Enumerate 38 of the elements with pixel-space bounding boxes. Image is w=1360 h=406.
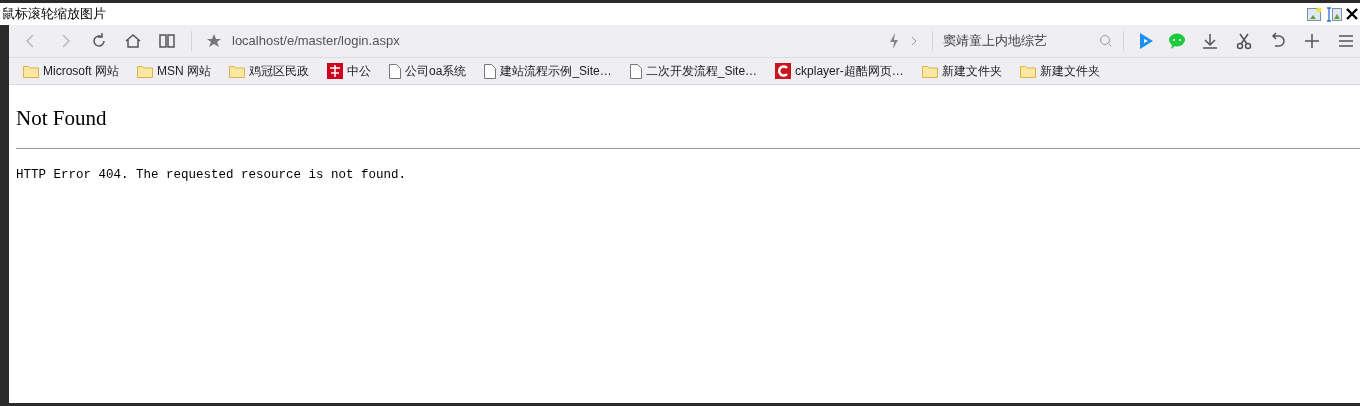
search-field[interactable]: 窦靖童上内地综艺 [943, 31, 1113, 51]
bookmark-item[interactable]: ckplayer-超酷网页… [775, 62, 904, 80]
bookmark-item[interactable]: 新建文件夹 [921, 62, 1002, 80]
error-message: HTTP Error 404. The requested resource is not found. [16, 167, 408, 184]
book-icon[interactable] [157, 31, 177, 51]
plus-icon[interactable] [1302, 31, 1322, 51]
page-icon [484, 63, 497, 79]
folder-icon [229, 64, 245, 78]
address-field[interactable]: localhost/e/master/login.aspx [232, 31, 874, 51]
page-icon [389, 63, 401, 79]
page-icon [629, 63, 642, 79]
bookmark-item[interactable]: 二次开发流程_Site… [629, 62, 758, 80]
play-icon[interactable] [1138, 32, 1154, 50]
bookmark-item[interactable]: 新建文件夹 [1019, 62, 1100, 80]
star-icon[interactable] [206, 33, 222, 49]
home-icon[interactable] [123, 31, 143, 51]
bookmark-item[interactable]: 建站流程示例_Site… [484, 62, 612, 80]
folder-icon [921, 64, 938, 78]
bookmark-item[interactable]: MSN 网站 [137, 62, 211, 80]
bookmark-item[interactable]: 鸡冠区民政 [229, 62, 309, 80]
c-logo-icon [775, 63, 792, 79]
lightning-icon[interactable] [888, 33, 900, 49]
picture-window-icon[interactable] [1307, 6, 1322, 22]
download-icon[interactable] [1200, 31, 1220, 51]
folder-icon [1019, 64, 1036, 78]
chevron-right-icon[interactable] [910, 35, 918, 47]
folder-icon [23, 64, 39, 78]
scissors-icon[interactable] [1234, 31, 1254, 51]
page-heading: Not Found [16, 105, 108, 131]
bookmark-item[interactable]: 中公 [327, 62, 371, 80]
app-icon [327, 63, 343, 79]
window-title: 鼠标滚轮缩放图片 [2, 5, 107, 24]
close-icon[interactable] [1346, 8, 1358, 20]
bookmark-item[interactable]: Microsoft 网站 [23, 62, 119, 80]
bookmark-item[interactable]: 公司oa系统 [389, 62, 467, 80]
search-icon[interactable] [1099, 34, 1113, 48]
folder-icon [137, 64, 153, 78]
chat-bubble-icon[interactable] [1168, 32, 1186, 50]
